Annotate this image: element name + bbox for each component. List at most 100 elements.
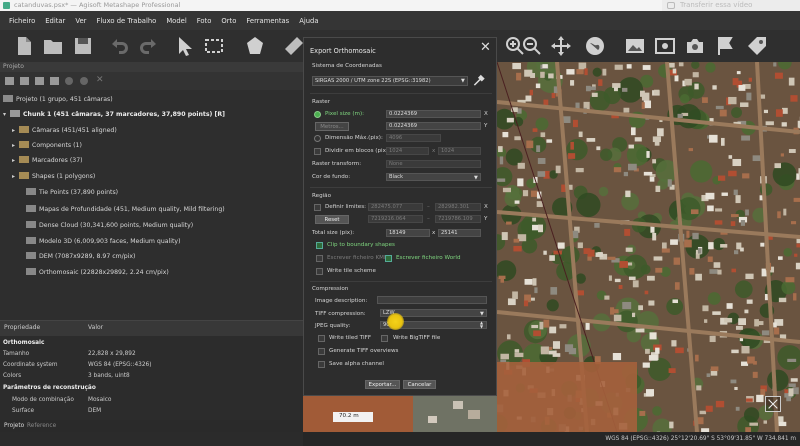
pixel-size-y-input[interactable]: 0.0224369 xyxy=(386,122,481,130)
move-icon[interactable] xyxy=(549,34,573,58)
orthomosaic-map-view[interactable] xyxy=(497,62,800,432)
menu-workflow[interactable]: Fluxo de Trabalho xyxy=(96,17,156,25)
expand-arrow-icon[interactable]: ▸ xyxy=(12,170,19,184)
expand-arrow-icon[interactable]: ▸ xyxy=(12,154,19,168)
bound-y-min-input[interactable]: 7219216.064 xyxy=(368,215,423,223)
enable-icon[interactable] xyxy=(65,77,73,85)
redo-icon[interactable] xyxy=(137,34,161,58)
menu-file[interactable]: Ficheiro xyxy=(9,17,35,25)
max-dimension-input[interactable]: 4096 xyxy=(386,134,441,142)
compass-icon[interactable] xyxy=(765,396,781,412)
video-overlay-banner[interactable]: Transferir essa vídeo xyxy=(662,0,800,11)
range-dash: – xyxy=(427,216,430,222)
divider xyxy=(310,93,492,94)
pixel-size-radio[interactable] xyxy=(314,111,321,118)
set-bounds-checkbox[interactable] xyxy=(314,204,321,211)
pointer-icon[interactable] xyxy=(172,34,196,58)
tag-icon[interactable] xyxy=(745,34,769,58)
open-folder-icon[interactable] xyxy=(41,34,65,58)
save-alpha-checkbox[interactable] xyxy=(318,361,325,368)
bound-x-min-input[interactable]: 282475.077 xyxy=(368,203,423,211)
write-kml-checkbox[interactable] xyxy=(316,255,323,262)
metres-button[interactable]: Metros... xyxy=(315,122,349,131)
tree-row-chunk[interactable]: ▾ Chunk 1 (451 câmaras, 37 marcadores, 37… xyxy=(3,108,225,122)
cancel-button[interactable]: Cancelar xyxy=(403,380,436,389)
crs-select[interactable]: SIRGAS 2000 / UTM zone 22S (EPSG::31982) xyxy=(312,76,468,86)
disable-icon[interactable] xyxy=(80,77,88,85)
column-property: Propriedade xyxy=(4,324,41,331)
markers-icon[interactable] xyxy=(50,77,59,85)
tile-scheme-checkbox[interactable] xyxy=(316,268,323,275)
add-chunk-icon[interactable] xyxy=(5,77,14,85)
export-button[interactable]: Exportar... xyxy=(365,380,400,389)
flag-icon[interactable] xyxy=(713,34,737,58)
tools-icon[interactable] xyxy=(472,74,486,87)
expand-arrow-icon[interactable]: ▸ xyxy=(12,124,19,138)
background-color-select[interactable]: Black xyxy=(386,173,481,181)
write-tiled-tiff-label: Write tiled TIFF xyxy=(329,335,372,341)
bound-x-max-input[interactable]: 282982.301 xyxy=(435,203,481,211)
expand-arrow-icon[interactable]: ▸ xyxy=(12,139,19,153)
polygon-icon[interactable] xyxy=(243,34,267,58)
menu-ortho[interactable]: Orto xyxy=(221,17,236,25)
pixel-size-x-input[interactable]: 0.0224369 xyxy=(386,110,481,118)
menu-edit[interactable]: Editar xyxy=(45,17,65,25)
spinner-arrows-icon[interactable]: ▲ ▼ xyxy=(480,321,483,329)
image-description-input[interactable] xyxy=(377,296,487,304)
property-key: Surface xyxy=(12,408,35,414)
globe-icon[interactable] xyxy=(583,34,607,58)
write-tiled-tiff-checkbox[interactable] xyxy=(318,335,325,342)
split-x-input[interactable]: 1024 xyxy=(386,147,429,155)
tree-row-components[interactable]: ▸ Components (1) xyxy=(12,139,82,153)
total-height-input[interactable]: 25141 xyxy=(438,229,481,237)
menu-photo[interactable]: Foto xyxy=(197,17,212,25)
add-photos-icon[interactable] xyxy=(20,77,29,85)
tab-project[interactable]: Projeto xyxy=(4,420,24,432)
bound-y-max-input[interactable]: 7219786.109 xyxy=(435,215,481,223)
property-value: 3 bands, uint8 xyxy=(88,373,130,379)
split-blocks-checkbox[interactable] xyxy=(314,148,321,155)
tiff-overviews-checkbox[interactable] xyxy=(318,348,325,355)
save-icon[interactable] xyxy=(71,34,95,58)
tree-row-tiepoints[interactable]: Tie Points (37,890 points) xyxy=(26,186,118,200)
new-file-icon[interactable] xyxy=(12,34,36,58)
tree-row-cameras[interactable]: ▸ Câmaras (451/451 aligned) xyxy=(12,124,117,138)
camera-icon[interactable] xyxy=(683,34,707,58)
split-y-input[interactable]: 1024 xyxy=(438,147,481,155)
remove-icon[interactable]: ✕ xyxy=(96,75,104,85)
tree-label: Câmaras (451/451 aligned) xyxy=(32,127,117,134)
tree-row-dem[interactable]: DEM (7087x9289, 8.97 cm/pix) xyxy=(26,250,135,264)
property-key: Tamanho xyxy=(3,351,30,357)
menu-view[interactable]: Ver xyxy=(75,17,86,25)
photo-icon[interactable] xyxy=(653,34,677,58)
tree-row-shapes[interactable]: ▸ Shapes (1 polygons) xyxy=(12,170,95,184)
add-folder-icon[interactable] xyxy=(35,77,44,85)
rect-select-icon[interactable] xyxy=(202,34,226,58)
image-icon[interactable] xyxy=(623,34,647,58)
total-width-input[interactable]: 18149 xyxy=(386,229,430,237)
tree-row-project[interactable]: Projeto (1 grupo, 451 câmaras) xyxy=(3,93,113,107)
times-label: x xyxy=(432,148,436,154)
tree-row-densecloud[interactable]: Dense Cloud (30,341,600 points, Medium q… xyxy=(26,219,193,233)
tree-row-orthomosaic[interactable]: Orthomosaic (22828x29892, 2.24 cm/pix) xyxy=(26,266,169,280)
tiff-overviews-label: Generate TIFF overviews xyxy=(329,348,399,354)
raster-transform-select[interactable]: None xyxy=(386,160,481,168)
zoom-out-icon[interactable] xyxy=(520,34,544,58)
close-icon[interactable]: ✕ xyxy=(480,41,491,55)
tree-row-depthmaps[interactable]: Mapas de Profundidade (451, Medium quali… xyxy=(26,203,225,217)
tab-reference[interactable]: Reference xyxy=(27,420,56,432)
menu-model[interactable]: Model xyxy=(166,17,186,25)
max-dimension-radio[interactable] xyxy=(314,135,321,142)
clip-boundary-checkbox[interactable] xyxy=(316,242,323,249)
undo-icon[interactable] xyxy=(107,34,131,58)
collapse-arrow-icon[interactable]: ▾ xyxy=(3,108,10,122)
write-world-checkbox[interactable] xyxy=(385,255,392,262)
menu-help[interactable]: Ajuda xyxy=(299,17,318,25)
tree-row-model[interactable]: Modelo 3D (6,009,903 faces, Medium quali… xyxy=(26,235,181,249)
write-bigtiff-checkbox[interactable] xyxy=(381,335,388,342)
tree-row-markers[interactable]: ▸ Marcadores (37) xyxy=(12,154,83,168)
project-toolbar: ✕ xyxy=(0,72,303,90)
menu-tools[interactable]: Ferramentas xyxy=(246,17,289,25)
reset-button[interactable]: Reset xyxy=(315,215,349,224)
chevron-down-icon: ▼ xyxy=(474,175,478,181)
